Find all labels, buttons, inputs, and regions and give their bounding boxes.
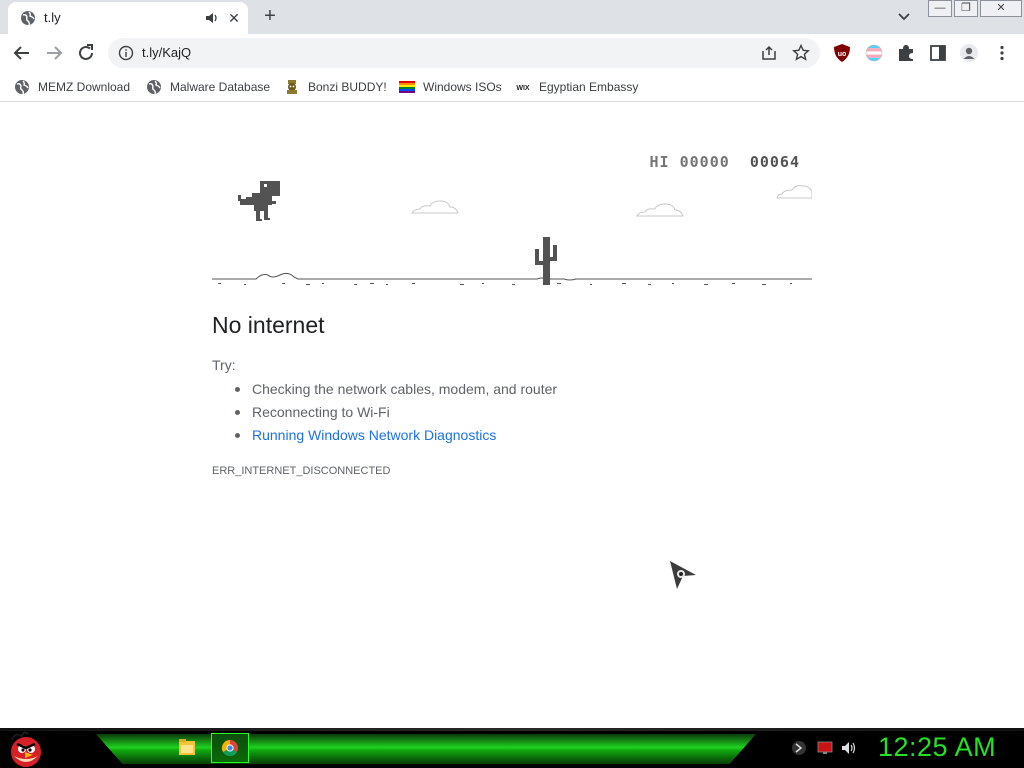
file-explorer-icon[interactable]	[168, 733, 206, 763]
game-canvas	[212, 181, 812, 285]
wix-icon: WIX	[516, 85, 530, 92]
bookmark-label: Malware Database	[170, 80, 271, 94]
close-window-button[interactable]: ✕	[980, 0, 1022, 17]
list-item: Reconnecting to Wi-Fi	[234, 402, 557, 425]
window-controls: — ❐ ✕	[928, 0, 1024, 18]
back-arrow-icon[interactable]	[10, 41, 34, 65]
reload-icon[interactable]	[74, 41, 98, 65]
kebab-menu-icon[interactable]	[992, 43, 1012, 63]
bookmark-label: Bonzi BUDDY!	[308, 80, 387, 94]
try-label: Try:	[212, 357, 236, 373]
tab-title: t.ly	[44, 10, 61, 25]
bookmark-label: Windows ISOs	[423, 80, 502, 94]
cloud-icon	[636, 203, 684, 217]
bookmarks-bar: MEMZ Download Malware Database Bonzi BUD…	[0, 72, 1024, 102]
tab-active[interactable]: t.ly ✕	[8, 2, 248, 34]
page-title: No internet	[212, 312, 325, 338]
bookmark-egyptian-embassy[interactable]: WIX Egyptian Embassy	[515, 76, 638, 98]
url-text[interactable]: t.ly/KajQ	[142, 45, 191, 60]
tray-app-icon[interactable]	[791, 740, 807, 756]
side-panel-icon[interactable]	[928, 43, 948, 63]
suggestions-list: Checking the network cables, modem, and …	[234, 379, 557, 448]
profile-avatar-icon[interactable]	[959, 43, 979, 63]
page-content: HI 00000 00064 No internet Try: Checking…	[0, 103, 1024, 728]
taskbar: 12:25 AM	[0, 728, 1024, 768]
toolbar: t.ly/KajQ uo	[0, 34, 1024, 72]
tab-strip: t.ly ✕ + — ❐ ✕	[0, 0, 1024, 34]
ublock-extension-icon[interactable]: uo	[832, 43, 852, 63]
dinosaur-icon	[238, 181, 280, 221]
angry-bird-start-button[interactable]	[6, 730, 46, 768]
puzzle-extensions-icon[interactable]	[896, 43, 916, 63]
trans-flag-extension-icon[interactable]	[864, 43, 884, 63]
rainbow-flag-icon	[399, 81, 415, 93]
network-diagnostics-link[interactable]: Running Windows Network Diagnostics	[234, 425, 557, 448]
globe-icon	[147, 80, 161, 95]
dino-game[interactable]: HI 00000 00064	[212, 143, 812, 293]
cloud-icon	[411, 200, 459, 214]
bookmark-bonzi-buddy[interactable]: Bonzi BUDDY!	[284, 76, 387, 98]
tab-close-icon[interactable]: ✕	[226, 10, 242, 26]
browser-window: t.ly ✕ + — ❐ ✕ t.ly/KajQ uo MEMZ Downloa…	[0, 0, 1024, 728]
new-tab-button[interactable]: +	[258, 6, 282, 28]
globe-icon	[15, 80, 29, 95]
info-icon[interactable]	[118, 45, 134, 61]
svg-text:uo: uo	[838, 51, 847, 58]
forward-arrow-icon[interactable]	[42, 41, 66, 65]
bookmark-label: MEMZ Download	[38, 80, 131, 94]
bookmark-memz[interactable]: MEMZ Download	[14, 76, 130, 98]
ground-speckles	[218, 283, 792, 285]
restore-button[interactable]: ❐	[954, 0, 978, 17]
address-bar[interactable]: t.ly/KajQ	[108, 38, 820, 68]
chrome-icon	[221, 739, 238, 757]
cursor-pointer-icon	[670, 561, 696, 589]
minimize-button[interactable]: —	[928, 0, 952, 17]
globe-icon	[21, 11, 35, 26]
bookmark-star-icon[interactable]	[792, 44, 810, 62]
audio-playing-icon[interactable]	[204, 10, 220, 26]
share-icon[interactable]	[760, 45, 778, 61]
chevron-down-icon[interactable]	[894, 8, 914, 26]
network-disconnected-icon[interactable]	[817, 740, 833, 756]
bonzi-icon	[287, 80, 297, 94]
bookmark-malware-database[interactable]: Malware Database	[146, 76, 270, 98]
cloud-icon	[776, 185, 812, 199]
taskbar-clock[interactable]: 12:25 AM	[878, 732, 996, 763]
bookmark-label: Egyptian Embassy	[539, 80, 639, 94]
error-code: ERR_INTERNET_DISCONNECTED	[212, 465, 391, 477]
cactus-icon	[535, 237, 557, 285]
bookmark-windows-isos[interactable]: Windows ISOs	[399, 76, 502, 98]
list-item: Checking the network cables, modem, and …	[234, 379, 557, 402]
chrome-taskbar-button[interactable]	[211, 733, 249, 763]
volume-icon[interactable]	[841, 740, 857, 756]
taskbar-edge	[0, 728, 1024, 731]
svg-text:WIX: WIX	[516, 85, 530, 92]
